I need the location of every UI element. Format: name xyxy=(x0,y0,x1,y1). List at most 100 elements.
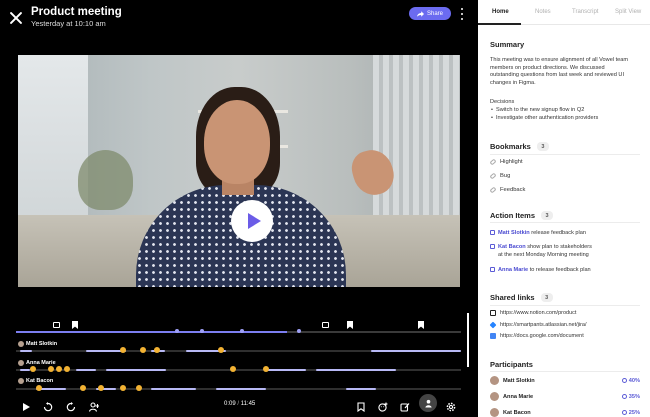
shared-link[interactable]: https://smartpants.atlassian.net/jira/ xyxy=(489,321,587,329)
reaction-icon[interactable] xyxy=(56,366,62,372)
reaction-icon[interactable] xyxy=(36,385,42,391)
bookmark-marker-icon[interactable] xyxy=(347,321,353,329)
side-panel: Home Notes Transcript Split View Summary… xyxy=(478,0,650,417)
tab-transcript[interactable]: Transcript xyxy=(572,9,598,15)
forward-icon[interactable] xyxy=(66,399,76,412)
play-button[interactable] xyxy=(231,200,273,242)
share-button[interactable]: Share xyxy=(409,7,451,20)
share-label: Share xyxy=(426,10,443,17)
bookmarks-heading: Bookmarks 3 xyxy=(490,142,549,151)
meeting-title: Product meeting xyxy=(31,6,122,18)
time-readout: 0:09 / 11:45 xyxy=(224,401,256,407)
timeline-progress xyxy=(16,331,288,333)
add-speaker-icon[interactable] xyxy=(88,399,99,412)
shared-link[interactable]: https://www.notion.com/product xyxy=(490,310,576,316)
checkbox[interactable] xyxy=(490,267,495,272)
shared-link[interactable]: https://docs.google.com/document xyxy=(490,333,584,339)
link-icon xyxy=(489,158,497,166)
bookmark-item[interactable]: Feedback xyxy=(489,186,525,194)
timeline-marker[interactable] xyxy=(175,329,179,333)
reaction-icon[interactable] xyxy=(154,347,160,353)
reaction-icon[interactable] xyxy=(64,366,70,372)
bookmarks-count: 3 xyxy=(536,142,549,151)
speaker-track[interactable] xyxy=(16,350,461,352)
avatar xyxy=(490,408,499,417)
bookmark-item[interactable]: Bug xyxy=(489,172,510,180)
link-icon xyxy=(489,172,497,180)
reaction-icon[interactable] xyxy=(98,385,104,391)
reaction-icon[interactable] xyxy=(263,366,269,372)
note-marker-icon[interactable] xyxy=(322,322,329,328)
tab-home[interactable]: Home xyxy=(492,9,509,15)
video-frame[interactable] xyxy=(18,55,460,287)
shared-links-heading: Shared links 3 xyxy=(490,293,553,302)
rewind-icon[interactable] xyxy=(43,399,53,412)
scrubber-handle[interactable] xyxy=(467,313,469,367)
action-item[interactable]: Matt Slotkin release feedback plan xyxy=(490,229,642,237)
notion-icon xyxy=(490,310,496,316)
edit-note-icon[interactable] xyxy=(400,399,410,412)
clock-icon xyxy=(621,394,627,399)
decision-item: Investigate other authentication provide… xyxy=(491,115,598,121)
reaction-icon[interactable] xyxy=(120,385,126,391)
checkbox[interactable] xyxy=(490,230,495,235)
player-stage: Product meeting Yesterday at 10:10 am Sh… xyxy=(0,0,478,417)
bookmark-item[interactable]: Highlight xyxy=(489,158,523,166)
close-icon[interactable] xyxy=(9,11,23,25)
shared-links-count: 3 xyxy=(540,293,553,302)
link-icon xyxy=(489,186,497,194)
participants-heading: Participants xyxy=(490,360,533,369)
more-options-icon[interactable] xyxy=(459,8,465,20)
timeline-marker[interactable] xyxy=(297,329,301,333)
bookmark-icon[interactable] xyxy=(356,399,366,413)
participant-row[interactable]: Anna Marie 35% xyxy=(490,392,640,402)
action-items-heading: Action Items 3 xyxy=(490,211,554,220)
reaction-icon[interactable] xyxy=(230,366,236,372)
tab-split-view[interactable]: Split View xyxy=(615,9,641,15)
avatar xyxy=(18,341,24,347)
share-icon xyxy=(416,10,424,17)
speaker-view-button[interactable] xyxy=(419,394,437,412)
person-icon xyxy=(424,399,432,408)
summary-text: This meeting was to ensure alignment of … xyxy=(490,57,629,86)
main-timeline[interactable] xyxy=(16,331,461,333)
jira-icon xyxy=(489,321,497,329)
participant-row[interactable]: Matt Slotkin 40% xyxy=(490,376,640,386)
tab-notes[interactable]: Notes xyxy=(535,9,551,15)
action-item[interactable]: Anna Marie to release feedback plan xyxy=(490,266,642,274)
reaction-icon[interactable] xyxy=(48,366,54,372)
speaker-track[interactable] xyxy=(16,369,461,371)
note-marker-icon[interactable] xyxy=(53,322,60,328)
summary-heading: Summary xyxy=(490,40,525,49)
meeting-subtitle: Yesterday at 10:10 am xyxy=(31,19,106,28)
active-tab-indicator xyxy=(478,23,521,25)
action-items-count: 3 xyxy=(541,211,554,220)
settings-icon[interactable] xyxy=(446,399,456,412)
reaction-icon[interactable] xyxy=(218,347,224,353)
action-item[interactable]: Kat Bacon show plan to stakeholders at th… xyxy=(490,243,642,259)
timeline-marker[interactable] xyxy=(240,329,244,333)
decision-item: Switch to the new signup flow in Q2 xyxy=(491,107,584,113)
participant-row[interactable]: Kat Bacon 25% xyxy=(490,408,640,417)
timeline-marker[interactable] xyxy=(200,329,204,333)
reaction-icon[interactable] xyxy=(140,347,146,353)
reaction-icon[interactable] xyxy=(136,385,142,391)
add-reaction-icon[interactable] xyxy=(378,399,388,412)
decisions-label: Decisions xyxy=(490,99,515,105)
reaction-icon[interactable] xyxy=(80,385,86,391)
clock-icon xyxy=(621,410,627,415)
checkbox[interactable] xyxy=(490,244,495,249)
reaction-icon[interactable] xyxy=(120,347,126,353)
google-docs-icon xyxy=(490,333,496,339)
avatar xyxy=(18,360,24,366)
bookmark-marker-icon[interactable] xyxy=(72,321,78,329)
speaker-label: Matt Slotkin xyxy=(18,341,57,347)
avatar xyxy=(490,376,499,385)
avatar xyxy=(18,378,24,384)
play-icon[interactable] xyxy=(21,399,31,411)
avatar xyxy=(490,392,499,401)
reaction-icon[interactable] xyxy=(30,366,36,372)
panel-tabs: Home Notes Transcript Split View xyxy=(478,0,650,25)
speaker-label: Kat Bacon xyxy=(18,378,53,384)
bookmark-marker-icon[interactable] xyxy=(418,321,424,329)
